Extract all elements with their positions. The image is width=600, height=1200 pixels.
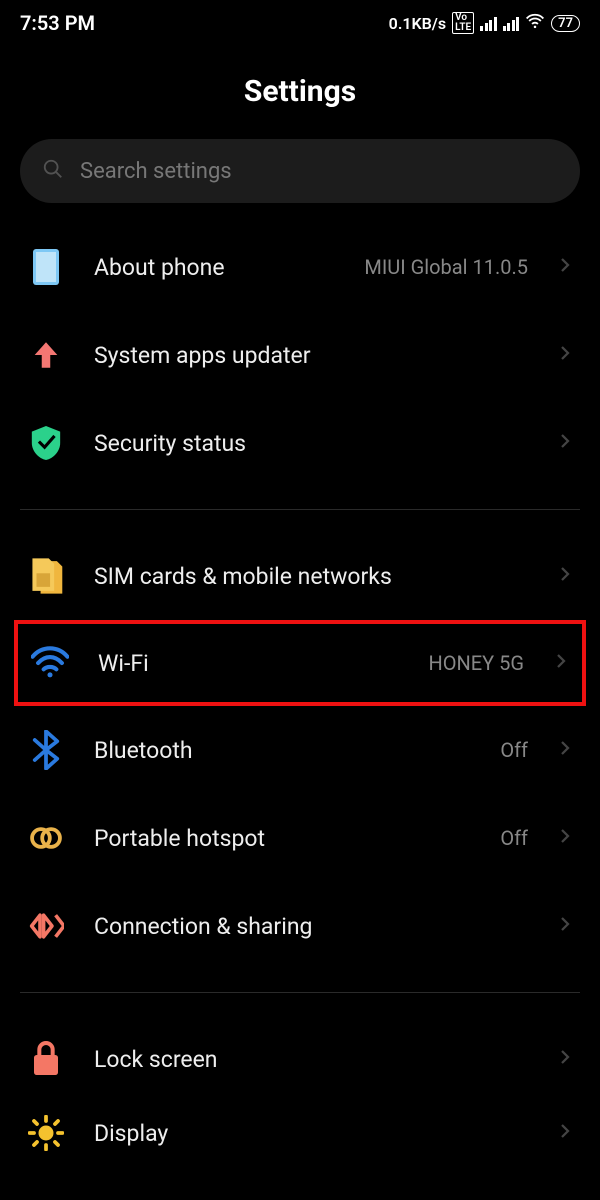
- security-status-label: Security status: [94, 430, 528, 457]
- sim-cards-label: SIM cards & mobile networks: [94, 563, 528, 590]
- lock-screen-label: Lock screen: [94, 1046, 528, 1073]
- bluetooth-label: Bluetooth: [94, 737, 472, 764]
- system-apps-updater-label: System apps updater: [94, 342, 528, 369]
- row-bluetooth[interactable]: Bluetooth Off: [0, 706, 600, 794]
- search-input[interactable]: Search settings: [20, 139, 580, 203]
- status-bar: 7:53 PM 0.1KB/s VoLTE 77: [0, 0, 600, 46]
- volte-icon: VoLTE: [452, 12, 474, 34]
- row-about-phone[interactable]: About phone MIUI Global 11.0.5: [0, 223, 600, 311]
- settings-list: About phone MIUI Global 11.0.5 System ap…: [0, 223, 600, 1163]
- chevron-right-icon: [556, 827, 574, 849]
- hotspot-icon: [26, 818, 66, 858]
- row-sim-cards[interactable]: SIM cards & mobile networks: [0, 532, 600, 620]
- about-phone-value: MIUI Global 11.0.5: [364, 255, 528, 279]
- bluetooth-value: Off: [500, 738, 528, 762]
- connection-sharing-label: Connection & sharing: [94, 913, 528, 940]
- chevron-right-icon: [556, 432, 574, 454]
- chevron-right-icon: [556, 1048, 574, 1070]
- bluetooth-icon: [26, 730, 66, 770]
- search-icon: [42, 158, 64, 184]
- chevron-right-icon: [552, 652, 570, 674]
- row-connection-sharing[interactable]: Connection & sharing: [0, 882, 600, 970]
- sim-icon: [26, 556, 66, 596]
- clock: 7:53 PM: [20, 11, 95, 35]
- connection-icon: [26, 906, 66, 946]
- page-title: Settings: [0, 74, 600, 109]
- battery-icon: 77: [551, 15, 580, 32]
- about-phone-label: About phone: [94, 254, 336, 281]
- shield-check-icon: [26, 423, 66, 463]
- wifi-label: Wi-Fi: [98, 650, 401, 677]
- row-display[interactable]: Display: [0, 1103, 600, 1163]
- display-label: Display: [94, 1120, 528, 1147]
- row-system-apps-updater[interactable]: System apps updater: [0, 311, 600, 399]
- row-portable-hotspot[interactable]: Portable hotspot Off: [0, 794, 600, 882]
- row-wifi[interactable]: Wi-Fi HONEY 5G: [14, 620, 586, 706]
- chevron-right-icon: [556, 739, 574, 761]
- phone-icon: [26, 247, 66, 287]
- chevron-right-icon: [556, 256, 574, 278]
- signal-icon-1: [480, 15, 497, 31]
- portable-hotspot-value: Off: [500, 826, 528, 850]
- wifi-icon: [30, 643, 70, 683]
- lock-icon: [26, 1039, 66, 1079]
- sun-icon: [26, 1113, 66, 1153]
- arrow-up-icon: [26, 335, 66, 375]
- divider: [20, 509, 580, 510]
- divider: [20, 992, 580, 993]
- row-security-status[interactable]: Security status: [0, 399, 600, 487]
- row-lock-screen[interactable]: Lock screen: [0, 1015, 600, 1103]
- portable-hotspot-label: Portable hotspot: [94, 825, 472, 852]
- chevron-right-icon: [556, 915, 574, 937]
- wifi-status-icon: [525, 11, 545, 36]
- wifi-value: HONEY 5G: [429, 651, 525, 675]
- signal-icon-2: [503, 15, 520, 31]
- search-placeholder: Search settings: [80, 159, 558, 184]
- chevron-right-icon: [556, 344, 574, 366]
- network-speed: 0.1KB/s: [389, 14, 446, 33]
- chevron-right-icon: [556, 1122, 574, 1144]
- chevron-right-icon: [556, 565, 574, 587]
